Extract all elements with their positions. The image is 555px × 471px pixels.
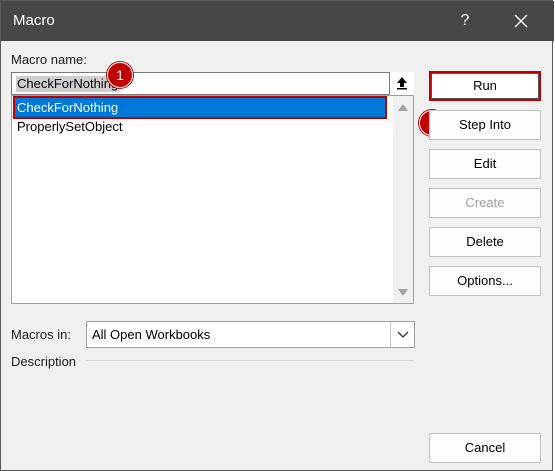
- scroll-up-arrow-icon[interactable]: [398, 104, 408, 111]
- browse-button[interactable]: [389, 72, 414, 95]
- macro-name-value: CheckForNothing: [16, 76, 120, 92]
- options-button[interactable]: Options...: [429, 266, 541, 296]
- upload-arrow-icon: [397, 77, 407, 90]
- step-1-badge: 1: [107, 62, 133, 88]
- step-into-button[interactable]: Step Into: [429, 110, 541, 140]
- title-bar: Macro ?: [1, 1, 554, 41]
- macros-in-value: All Open Workbooks: [92, 327, 211, 342]
- macros-in-select[interactable]: All Open Workbooks: [86, 321, 415, 348]
- edit-button[interactable]: Edit: [429, 149, 541, 179]
- list-item[interactable]: ProperlySetObject: [15, 117, 385, 136]
- scroll-down-arrow-icon[interactable]: [398, 289, 408, 296]
- close-icon: [514, 14, 528, 28]
- list-scrollbar[interactable]: [393, 96, 413, 303]
- macros-in-label: Macros in:: [11, 327, 71, 342]
- macro-dialog: Macro ? Macro name: CheckForNothing Chec…: [0, 0, 554, 471]
- help-button[interactable]: ?: [448, 6, 482, 36]
- macro-name-input[interactable]: CheckForNothing: [11, 72, 414, 95]
- list-item[interactable]: CheckForNothing: [13, 96, 387, 119]
- cancel-button[interactable]: Cancel: [429, 433, 541, 463]
- macro-name-label: Macro name:: [11, 52, 87, 67]
- dropdown-button[interactable]: [390, 322, 414, 347]
- create-button[interactable]: Create: [429, 188, 541, 218]
- description-label: Description: [11, 354, 77, 369]
- run-button[interactable]: Run: [429, 71, 541, 101]
- chevron-down-icon: [397, 331, 409, 338]
- window-title: Macro: [13, 12, 55, 29]
- delete-button[interactable]: Delete: [429, 227, 541, 257]
- close-button[interactable]: [501, 6, 541, 36]
- description-divider: [86, 360, 414, 361]
- macro-list[interactable]: CheckForNothing ProperlySetObject: [11, 95, 414, 304]
